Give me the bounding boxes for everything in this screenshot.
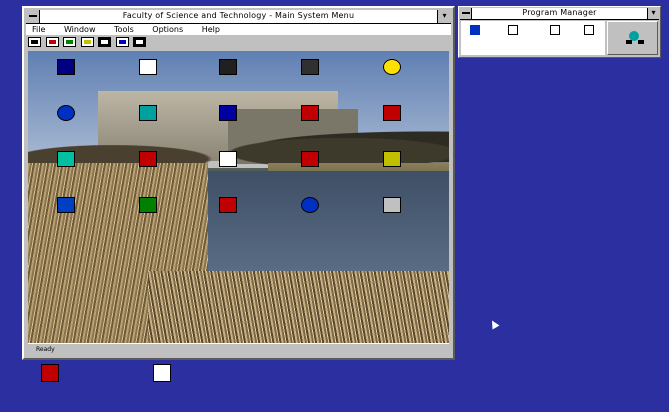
minimize-button[interactable]: ▾ xyxy=(437,10,451,23)
calendar-icon xyxy=(139,105,157,121)
desktop-item[interactable] xyxy=(282,105,338,123)
mouse-cursor-icon xyxy=(488,318,500,330)
desktop-item[interactable] xyxy=(282,59,338,77)
toolbar xyxy=(26,36,451,49)
menu-window[interactable]: Window xyxy=(64,24,96,35)
menu-help[interactable]: Help xyxy=(202,24,220,35)
desktop-item[interactable] xyxy=(364,151,420,169)
toolbar-button-2[interactable] xyxy=(45,37,59,47)
computer-icon xyxy=(153,364,171,382)
terminal-icon xyxy=(57,59,75,75)
desktop-item[interactable] xyxy=(200,151,256,169)
menu-file[interactable]: File xyxy=(32,24,45,35)
presentation-icon xyxy=(301,105,319,121)
mail-icon xyxy=(139,59,157,75)
people-icon xyxy=(219,197,237,213)
computer-icon xyxy=(383,197,401,213)
desktop-item[interactable] xyxy=(364,59,420,77)
desktop-item[interactable] xyxy=(364,197,420,215)
desktop-item[interactable] xyxy=(200,197,256,215)
minimized-program[interactable] xyxy=(132,364,192,384)
side-window-title: Program Manager xyxy=(522,8,597,17)
chart-icon xyxy=(383,151,401,167)
desktop-item[interactable] xyxy=(38,59,94,77)
folder-icon xyxy=(383,105,401,121)
monitor-icon xyxy=(301,59,319,75)
desktop-item[interactable] xyxy=(120,197,176,215)
info-icon xyxy=(57,105,75,121)
bag-icon xyxy=(139,151,157,167)
graduation-cap-icon xyxy=(219,59,237,75)
desktop-item[interactable] xyxy=(120,59,176,77)
printer-icon xyxy=(301,151,319,167)
side-system-menu-button[interactable] xyxy=(460,8,472,19)
network-icon xyxy=(626,31,644,44)
side-title-bar[interactable]: Program Manager ▾ xyxy=(460,8,659,20)
desktop-item[interactable] xyxy=(38,105,94,123)
desktop-item[interactable] xyxy=(120,151,176,169)
side-window-body xyxy=(461,21,605,55)
window-icon xyxy=(584,25,594,35)
minimized-program[interactable] xyxy=(20,364,80,384)
clipboard-icon xyxy=(139,197,157,213)
main-window: Faculty of Science and Technology - Main… xyxy=(22,6,455,360)
status-bar: Ready xyxy=(28,343,449,354)
system-menu-button[interactable] xyxy=(26,10,40,23)
side-item-1[interactable] xyxy=(463,25,487,35)
desktop-item[interactable] xyxy=(38,197,94,215)
group-icon xyxy=(57,197,75,213)
toolbar-button-5[interactable] xyxy=(98,37,112,47)
desktop-item[interactable] xyxy=(364,105,420,123)
reeds-foreground xyxy=(148,271,449,343)
status-text: Ready xyxy=(36,346,55,353)
puzzle-icon xyxy=(41,364,59,382)
menu-tools[interactable]: Tools xyxy=(114,24,134,35)
wallpaper-area xyxy=(28,51,449,343)
info-icon xyxy=(301,197,319,213)
menu-options[interactable]: Options xyxy=(152,24,183,35)
side-panel[interactable] xyxy=(607,21,658,55)
toolbar-button-4[interactable] xyxy=(80,37,94,47)
desktop-item[interactable] xyxy=(120,105,176,123)
network-icon xyxy=(57,151,75,167)
toolbar-button-3[interactable] xyxy=(63,37,77,47)
side-window: Program Manager ▾ xyxy=(458,6,661,58)
keyboard-icon xyxy=(219,105,237,121)
toolbar-button-1[interactable] xyxy=(28,37,41,47)
document-icon xyxy=(219,151,237,167)
menu-bar: File Window Tools Options Help xyxy=(26,24,451,35)
side-item-3[interactable] xyxy=(543,25,567,35)
side-item-4[interactable] xyxy=(577,25,601,35)
desktop-item[interactable] xyxy=(282,151,338,169)
program-icon xyxy=(470,25,480,35)
toolbar-button-7[interactable] xyxy=(133,37,147,47)
window-icon xyxy=(508,25,518,35)
desktop-item[interactable] xyxy=(282,197,338,215)
desktop-item[interactable] xyxy=(200,59,256,77)
side-minimize-button[interactable]: ▾ xyxy=(647,8,659,19)
window-title: Faculty of Science and Technology - Main… xyxy=(122,11,355,20)
window-icon xyxy=(550,25,560,35)
desktop-item[interactable] xyxy=(38,151,94,169)
desktop-item[interactable] xyxy=(200,105,256,123)
side-item-2[interactable] xyxy=(501,25,525,35)
smiley-icon xyxy=(383,59,401,75)
toolbar-button-6[interactable] xyxy=(115,37,129,47)
main-title-bar[interactable]: Faculty of Science and Technology - Main… xyxy=(26,10,451,24)
